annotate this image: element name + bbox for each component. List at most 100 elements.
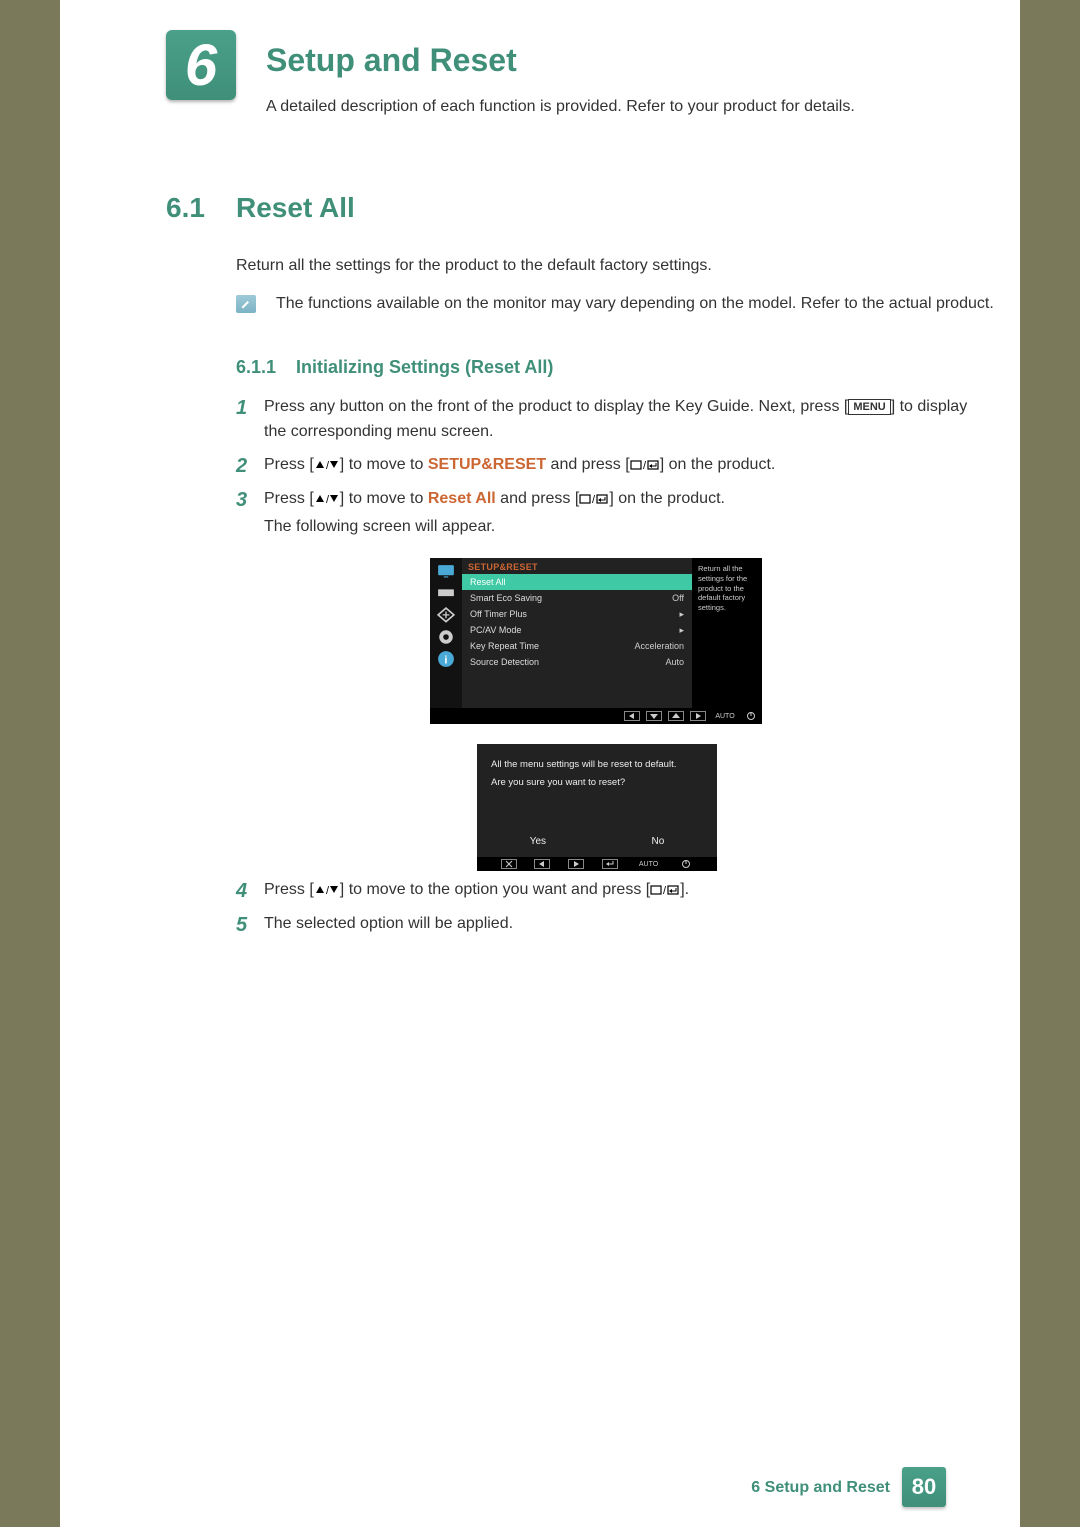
- step-5: 5 The selected option will be applied.: [236, 912, 976, 938]
- info-icon: i: [437, 652, 455, 666]
- osd-heading: SETUP&RESET: [462, 558, 692, 574]
- highlight-text: SETUP&RESET: [428, 456, 546, 473]
- osd-row-value: Auto: [665, 657, 684, 667]
- step-text: Press [: [264, 881, 314, 898]
- osd-row-value: Off: [672, 593, 684, 603]
- step-body: Press any button on the front of the pro…: [264, 395, 976, 445]
- osd-row-label: Source Detection: [470, 657, 539, 667]
- nav-right-icon: [568, 859, 584, 869]
- confirm-nav-bar: AUTO: [477, 857, 717, 871]
- step-text: ] to move to: [340, 490, 428, 507]
- source-enter-icon: /: [650, 884, 680, 896]
- step-text: Press [: [264, 490, 314, 507]
- step-tail: The following screen will appear.: [264, 515, 725, 540]
- step-text: and press [: [496, 490, 580, 507]
- osd-row-label: Off Timer Plus: [470, 609, 527, 619]
- page-number: 80: [912, 1474, 936, 1500]
- close-icon: [501, 859, 517, 869]
- svg-text:/: /: [326, 885, 330, 896]
- confirm-buttons: Yes No: [477, 828, 717, 857]
- step-2: 2 Press [ / ] to move to SETUP&RESET and p…: [236, 453, 976, 479]
- osd-row-reset-all: Reset All: [462, 574, 692, 590]
- section-title: Reset All: [236, 192, 355, 224]
- up-down-arrow-icon: /: [314, 493, 340, 505]
- osd-row-value: ▸: [679, 609, 684, 620]
- osd-figure: i SETUP&RESET Reset All Smart Eco Saving…: [430, 558, 762, 724]
- enter-icon: [602, 859, 618, 869]
- osd-main: i SETUP&RESET Reset All Smart Eco Saving…: [430, 558, 762, 708]
- step-number: 2: [236, 453, 264, 479]
- step-text: ] on the product.: [660, 456, 776, 473]
- osd-row-value: ▸: [679, 625, 684, 636]
- step-3: 3 Press [ / ] to move to Reset All and pre…: [236, 487, 976, 541]
- osd-nav-bar: AUTO: [430, 708, 762, 724]
- osd-row-source-detect: Source Detection Auto: [462, 654, 692, 670]
- step-text: and press [: [546, 456, 630, 473]
- osd-row-key-repeat: Key Repeat Time Acceleration: [462, 638, 692, 654]
- steps-list-2: 4 Press [ / ] to move to the option you wa…: [236, 878, 976, 946]
- confirm-line2: Are you sure you want to reset?: [491, 777, 703, 788]
- highlight-text: Reset All: [428, 490, 496, 507]
- nav-down-icon: [646, 711, 662, 721]
- osd-content: SETUP&RESET Reset All Smart Eco Saving Of…: [462, 558, 692, 708]
- osd-help-panel: Return all the settings for the product …: [692, 558, 762, 708]
- note-icon: [236, 295, 256, 313]
- step-text: Press any button on the front of the pro…: [264, 398, 848, 415]
- step-body: The selected option will be applied.: [264, 912, 513, 937]
- osd-rows: Reset All Smart Eco Saving Off Off Timer …: [462, 574, 692, 670]
- svg-text:/: /: [592, 494, 596, 505]
- nav-auto-label: AUTO: [712, 711, 738, 721]
- chapter-title: Setup and Reset: [266, 42, 517, 79]
- menu-key: MENU: [848, 399, 890, 415]
- note-text: The functions available on the monitor m…: [276, 295, 996, 313]
- svg-text:/: /: [663, 885, 667, 896]
- step-text: Press [: [264, 456, 314, 473]
- step-number: 1: [236, 395, 264, 421]
- chapter-badge: 6: [166, 30, 236, 100]
- up-down-arrow-icon: /: [314, 459, 340, 471]
- svg-text:i: i: [444, 655, 447, 667]
- confirm-body: All the menu settings will be reset to d…: [477, 744, 717, 828]
- osd-help-text: Return all the settings for the product …: [698, 564, 756, 613]
- confirm-yes: Yes: [530, 836, 546, 847]
- steps-list: 1 Press any button on the front of the p…: [236, 395, 976, 548]
- subsection-number: 6.1.1: [236, 357, 276, 378]
- nav-left-icon: [534, 859, 550, 869]
- osd-row-smart-eco: Smart Eco Saving Off: [462, 590, 692, 606]
- step-1: 1 Press any button on the front of the p…: [236, 395, 976, 445]
- power-icon: [679, 857, 693, 871]
- step-text: ] to move to: [340, 456, 428, 473]
- nav-left-icon: [624, 711, 640, 721]
- confirm-line1: All the menu settings will be reset to d…: [491, 758, 703, 771]
- step-body: Press [ / ] to move to the option you want…: [264, 878, 689, 903]
- step-text: ] to move to the option you want and pre…: [340, 881, 650, 898]
- svg-text:/: /: [326, 494, 330, 505]
- osd-row-label: Key Repeat Time: [470, 641, 539, 651]
- step-number: 4: [236, 878, 264, 904]
- nav-auto-label: AUTO: [636, 859, 662, 869]
- osd-row-label: Reset All: [470, 577, 506, 587]
- step-number: 3: [236, 487, 264, 513]
- source-enter-icon: /: [630, 459, 660, 471]
- step-body: Press [ / ] to move to SETUP&RESET and pre…: [264, 453, 775, 478]
- svg-text:/: /: [643, 460, 647, 471]
- step-text: ].: [680, 881, 689, 898]
- page-number-badge: 80: [902, 1467, 946, 1507]
- step-body: Press [ / ] to move to Reset All and press…: [264, 487, 725, 541]
- svg-text:/: /: [326, 460, 330, 471]
- section-number: 6.1: [166, 192, 205, 224]
- confirm-dialog: All the menu settings will be reset to d…: [477, 744, 717, 871]
- size-icon: [437, 608, 455, 622]
- footer-title: 6 Setup and Reset: [751, 1479, 890, 1497]
- power-icon: [744, 709, 758, 723]
- osd-row-label: Smart Eco Saving: [470, 593, 542, 603]
- subsection-title: Initializing Settings (Reset All): [296, 357, 553, 378]
- osd-row-value: Acceleration: [634, 641, 684, 651]
- source-enter-icon: /: [579, 493, 609, 505]
- osd-sidebar: i: [430, 558, 462, 708]
- gear-icon: [437, 630, 455, 644]
- nav-up-icon: [668, 711, 684, 721]
- step-number: 5: [236, 912, 264, 938]
- step-4: 4 Press [ / ] to move to the option you wa…: [236, 878, 976, 904]
- up-down-arrow-icon: /: [314, 884, 340, 896]
